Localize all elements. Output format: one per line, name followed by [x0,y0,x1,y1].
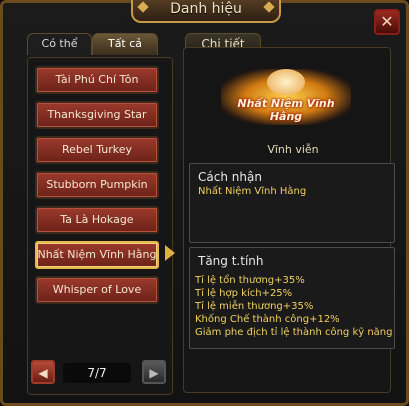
stat-line: Giảm phe địch tỉ lệ thành công kỹ năng [195,327,393,338]
title-item-rebel-turkey[interactable]: Rebel Turkey [35,136,159,164]
acquire-box: Cách nhận Nhất Niệm Vĩnh Hằng [189,163,395,243]
title-window: Danh hiệu ✕ Có thể dùng Tất cả Tài Phú C… [0,0,409,406]
next-page-button[interactable]: ▶ [142,360,166,384]
page-indicator: 7/7 [63,363,131,383]
stat-line: Tỉ lệ miễn thương+35% [195,301,314,312]
pager: ◀ 7/7 ▶ [31,358,166,386]
stat-line: Tỉ lệ tổn thương+35% [195,275,305,286]
stat-line: Khống Chế thành công+12% [195,314,340,325]
close-button[interactable]: ✕ [374,9,400,35]
title-item-nhat-niem-vinh-hang[interactable]: Nhất Niệm Vĩnh Hằng [35,241,159,269]
title-list: Tài Phú Chí Tôn Thanksgiving Star Rebel … [35,66,161,311]
prev-page-button[interactable]: ◀ [31,360,55,384]
title-item-whisper-of-love[interactable]: Whisper of Love [35,276,159,304]
title-item-tai-phu-chi-ton[interactable]: Tài Phú Chí Tôn [35,66,159,94]
title-item-thanksgiving-star[interactable]: Thanksgiving Star [35,101,159,129]
ornament-icon [137,1,149,13]
window-title-plate: Danh hiệu [131,0,281,23]
acquire-value: Nhất Niệm Vĩnh Hằng [198,186,307,197]
ornament-icon [263,1,275,13]
acquire-heading: Cách nhận [198,170,262,184]
title-item-stubborn-pumpkin[interactable]: Stubborn Pumpkin [35,171,159,199]
attributes-list: Tỉ lệ tổn thương+35% Tỉ lệ hợp kích+25% … [195,274,394,339]
selected-arrow-icon [165,245,175,261]
title-item-ta-la-hokage[interactable]: Ta Là Hokage [35,206,159,234]
tab-all[interactable]: Tất cả [92,33,158,55]
duration-label: Vĩnh viễn [267,143,319,156]
attributes-box: Tăng t.tính Tỉ lệ tổn thương+35% Tỉ lệ h… [189,247,395,349]
stat-line: Tỉ lệ hợp kích+25% [195,288,293,299]
attributes-heading: Tăng t.tính [198,254,264,268]
title-badge-image: Nhất Niệm Vĩnh Hằng [221,69,351,125]
title-list-panel: Tài Phú Chí Tôn Thanksgiving Star Rebel … [27,57,173,395]
badge-character-icon [267,69,305,95]
window-title: Danh hiệu [170,1,242,17]
tab-usable[interactable]: Có thể dùng [27,33,92,70]
badge-text: Nhất Niệm Vĩnh Hằng [237,97,335,123]
